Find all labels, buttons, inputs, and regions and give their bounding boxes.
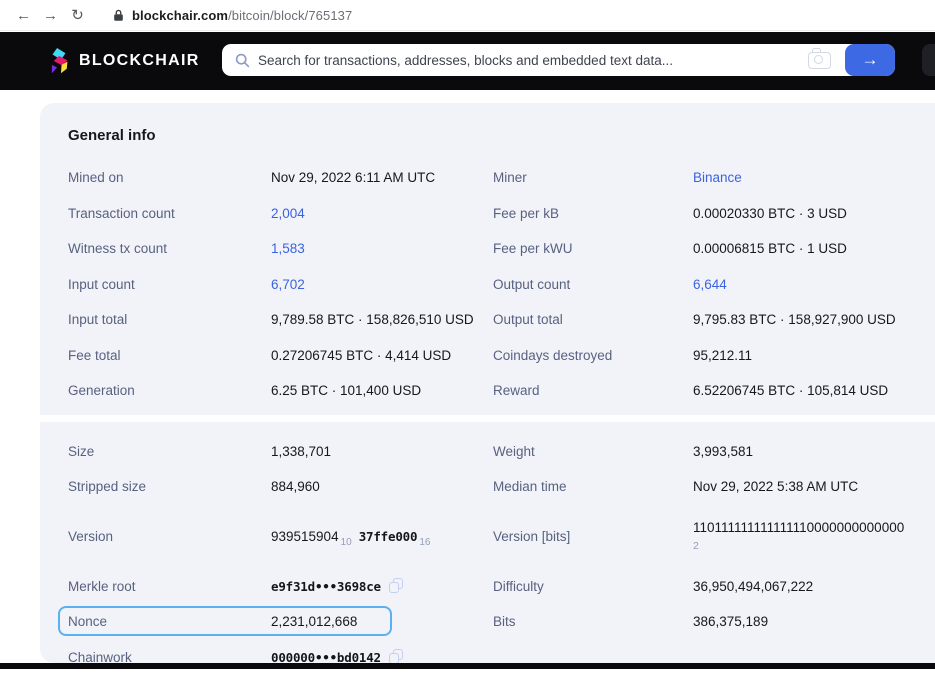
forward-icon[interactable]: → [37,7,64,24]
submit-arrow-icon: → [862,50,879,70]
transaction-count-link[interactable]: 2,004 [271,206,493,221]
base-16-subscript: 16 [419,537,430,548]
row-value: 884,960 [271,479,493,494]
row-label: Input total [68,312,271,327]
row-label: Output count [493,277,693,292]
row-value: 1,338,701 [271,444,493,459]
table-row-nonce: Nonce 2,231,012,668 Bits 386,375,189 [68,604,927,640]
witness-tx-count-link[interactable]: 1,583 [271,241,493,256]
row-value: 36,950,494,067,222 [693,579,927,594]
table-row: Input count 6,702 Output count 6,644 [68,267,927,303]
row-label: Stripped size [68,479,271,494]
output-count-link[interactable]: 6,644 [693,277,927,292]
row-label: Bits [493,614,693,629]
row-value: Nov 29, 2022 6:11 AM UTC [271,170,493,185]
row-label: Merkle root [68,579,271,594]
url-bar[interactable]: blockchair.com/bitcoin/block/765137 [113,8,352,23]
back-icon[interactable]: ← [10,7,37,24]
url-path: /bitcoin/block/765137 [228,8,352,23]
merkle-root-hash: e9f31d•••3698ce [271,579,381,594]
row-value: Nov 29, 2022 5:38 AM UTC [693,479,927,494]
general-info-card: General info Mined on Nov 29, 2022 6:11 … [40,103,935,663]
version-decimal: 939515904 [271,529,339,544]
version-bits-binary: 110111111111111110000000000000 [693,519,927,536]
row-label: Transaction count [68,206,271,221]
row-label: Witness tx count [68,241,271,256]
row-label: Input count [68,277,271,292]
version-value: 9395159041037ffe00016 [271,529,493,544]
row-label: Output total [493,312,693,327]
row-value: 6.25 BTC · 101,400 USD [271,383,493,398]
input-count-link[interactable]: 6,702 [271,277,493,292]
row-value: 9,789.58 BTC · 158,826,510 USD [271,312,493,327]
row-value: 0.00006815 BTC · 1 USD [693,241,927,256]
row-value: 3,993,581 [693,444,927,459]
row-label: Fee per kWU [493,241,693,256]
search-input[interactable] [250,44,808,76]
table-row: Stripped size 884,960 Median time Nov 29… [68,469,927,505]
row-label: Size [68,444,271,459]
blockchair-logo-icon [48,47,70,75]
copy-icon[interactable] [389,578,403,594]
row-label: Fee per kB [493,206,693,221]
search-bar[interactable]: → [222,44,895,76]
lock-icon [113,9,124,22]
section-divider [40,415,935,422]
card-title: General info [68,127,927,144]
row-label: Difficulty [493,579,693,594]
row-label: Coindays destroyed [493,348,693,363]
header-edge-button[interactable] [922,44,935,76]
bottom-bar [0,663,935,669]
row-label: Mined on [68,170,271,185]
url-text: blockchair.com/bitcoin/block/765137 [132,8,352,23]
camera-icon[interactable] [808,52,831,69]
blockchair-logo[interactable]: BLOCKCHAIR [48,47,200,75]
table-row: Witness tx count 1,583 Fee per kWU 0.000… [68,231,927,267]
version-hex: 37ffe000 [359,529,418,544]
table-row: Merkle root e9f31d•••3698ce Difficulty 3… [68,569,927,605]
table-row: Version 9395159041037ffe00016 Version [b… [68,505,927,569]
search-icon [235,53,250,68]
row-value: 95,212.11 [693,348,927,363]
site-header: BLOCKCHAIR → [0,32,935,90]
base-2-subscript: 2 [693,539,927,554]
row-label: Version [68,529,271,544]
miner-link[interactable]: Binance [693,170,927,185]
table-row: Fee total 0.27206745 BTC · 4,414 USD Coi… [68,338,927,374]
row-value: 386,375,189 [693,614,927,629]
version-bits-value: 110111111111111110000000000000 2 [693,519,927,554]
row-label: Median time [493,479,693,494]
table-row: Generation 6.25 BTC · 101,400 USD Reward… [68,373,927,409]
table-row: Transaction count 2,004 Fee per kB 0.000… [68,196,927,232]
table-row: Mined on Nov 29, 2022 6:11 AM UTC Miner … [68,160,927,196]
row-label: Generation [68,383,271,398]
base-10-subscript: 10 [341,537,352,548]
search-submit-button[interactable]: → [845,44,895,76]
brand-name: BLOCKCHAIR [79,52,200,70]
row-value: 6.52206745 BTC · 105,814 USD [693,383,927,398]
row-label: Nonce [68,614,271,629]
table-row: Chainwork 000000•••bd0142 [68,640,927,675]
row-label: Fee total [68,348,271,363]
url-host: blockchair.com [132,8,228,23]
browser-chrome: ← → ↻ blockchair.com/bitcoin/block/76513… [0,0,935,31]
row-label: Reward [493,383,693,398]
row-label: Version [bits] [493,529,693,544]
reload-icon[interactable]: ↻ [64,6,91,24]
row-label: Miner [493,170,693,185]
row-value: 0.27206745 BTC · 4,414 USD [271,348,493,363]
row-value: 9,795.83 BTC · 158,927,900 USD [693,312,927,327]
row-value: 0.00020330 BTC · 3 USD [693,206,927,221]
merkle-root-value: e9f31d•••3698ce [271,578,493,594]
nonce-value: 2,231,012,668 [271,614,493,629]
table-row: Size 1,338,701 Weight 3,993,581 [68,434,927,470]
row-label: Weight [493,444,693,459]
table-row: Input total 9,789.58 BTC · 158,826,510 U… [68,302,927,338]
